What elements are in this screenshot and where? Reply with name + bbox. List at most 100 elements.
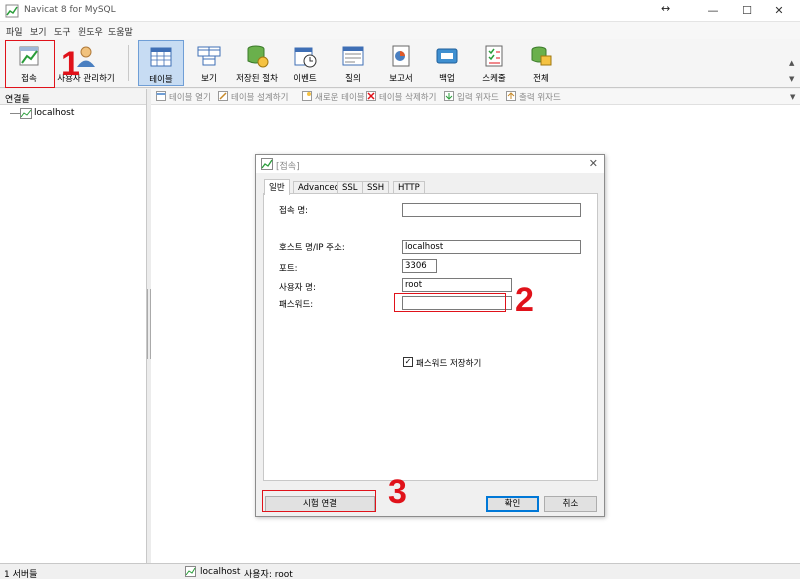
- procedures-label: 저장된 절차: [236, 74, 278, 84]
- all-label: 전체: [533, 74, 549, 84]
- connection-status-icon: [185, 566, 196, 577]
- menu-tools[interactable]: 도구: [54, 25, 71, 38]
- dialog-title-bar: [접속] ✕: [256, 155, 604, 173]
- schedule-button[interactable]: 스케줄: [471, 40, 517, 86]
- all-objects-icon: [531, 46, 552, 66]
- port-input[interactable]: 3306: [402, 259, 437, 273]
- queries-label: 질의: [345, 74, 361, 84]
- export-wizard-icon: [506, 91, 516, 101]
- password-label: 패스워드:: [279, 300, 314, 310]
- step3-number: 3: [388, 473, 407, 511]
- subtoolbar-scroll-icon[interactable]: ▼: [790, 93, 795, 101]
- resize-icon: ↔: [661, 2, 671, 15]
- checkbox-check-icon[interactable]: ✓: [403, 357, 413, 367]
- general-tab-page: 접속 명: 호스트 명/IP 주소: localhost 포트: 3306 사용…: [263, 193, 598, 481]
- connection-name-label: 접속 명:: [279, 206, 309, 216]
- connection-icon: [20, 108, 32, 119]
- status-user: 사용자: root: [244, 570, 293, 579]
- close-button[interactable]: ✕: [764, 0, 794, 22]
- delete-table-label: 테이블 삭제하기: [379, 93, 437, 103]
- reports-button[interactable]: 보고서: [378, 40, 424, 86]
- save-password-label: 패스워드 저장하기: [416, 359, 482, 369]
- connections-panel: 연결들 localhost: [0, 89, 147, 563]
- table-icon: [150, 47, 172, 67]
- step1-highlight: [5, 40, 55, 88]
- step2-number: 2: [515, 281, 534, 319]
- all-button[interactable]: 전체: [518, 40, 564, 86]
- server-count: 1 서버들: [4, 570, 38, 579]
- connection-dialog: [접속] ✕ 일반 Advanced SSL SSH HTTP 접속 명: 호스…: [255, 154, 605, 517]
- import-wizard-icon: [444, 91, 454, 101]
- new-table-label: 새로운 테이블: [315, 93, 365, 103]
- dialog-title: [접속]: [276, 162, 300, 172]
- connection-label: localhost: [34, 108, 75, 118]
- new-table-icon: [302, 91, 312, 101]
- views-label: 보기: [201, 74, 217, 84]
- status-connection: localhost: [200, 567, 241, 577]
- toolbar-scroll-up-icon[interactable]: ▲: [789, 59, 794, 67]
- reports-label: 보고서: [389, 74, 413, 84]
- procedure-icon: [247, 45, 269, 68]
- delete-table-button[interactable]: 테이블 삭제하기: [366, 91, 436, 103]
- main-toolbar: 접속 사용자 관리하기 테이블 보기 저장된 절차 이벤트 질의 보고서 백업 …: [0, 39, 800, 88]
- open-table-button[interactable]: 테이블 열기: [156, 91, 211, 103]
- open-table-icon: [156, 91, 166, 101]
- menu-view[interactable]: 보기: [30, 25, 47, 38]
- step1-number: 1: [61, 45, 80, 83]
- export-wizard-button[interactable]: 출력 위자드: [506, 91, 561, 103]
- connections-header: 연결들: [0, 89, 146, 105]
- report-icon: [392, 45, 410, 67]
- queries-button[interactable]: 질의: [330, 40, 376, 86]
- procedures-button[interactable]: 저장된 절차: [234, 40, 280, 86]
- toolbar-separator: [128, 45, 129, 81]
- dialog-close-button[interactable]: ✕: [589, 157, 598, 170]
- step3-highlight: [262, 490, 376, 512]
- connection-icon: [261, 158, 273, 170]
- navicat-app-icon: [5, 4, 19, 18]
- object-toolbar: 테이블 열기 테이블 설계하기 새로운 테이블 테이블 삭제하기 입력 위자드 …: [151, 89, 800, 105]
- export-wizard-label: 출력 위자드: [519, 93, 561, 103]
- ok-button[interactable]: 확인: [486, 496, 539, 512]
- import-wizard-label: 입력 위자드: [457, 93, 499, 103]
- username-input[interactable]: root: [402, 278, 512, 292]
- open-table-label: 테이블 열기: [169, 93, 211, 103]
- views-button[interactable]: 보기: [186, 40, 232, 86]
- host-label: 호스트 명/IP 주소:: [279, 243, 345, 253]
- import-wizard-button[interactable]: 입력 위자드: [444, 91, 499, 103]
- minimize-button[interactable]: —: [698, 0, 728, 22]
- tables-button[interactable]: 테이블: [138, 40, 184, 86]
- design-table-label: 테이블 설계하기: [231, 93, 289, 103]
- schedule-icon: [485, 45, 503, 67]
- menu-help[interactable]: 도움말: [108, 25, 133, 38]
- window-title: Navicat 8 for MySQL: [24, 5, 116, 15]
- backup-icon: [436, 48, 458, 64]
- menu-window[interactable]: 윈도우: [78, 25, 103, 38]
- tree-line: [10, 113, 20, 114]
- tables-label: 테이블: [149, 75, 173, 85]
- design-table-icon: [218, 91, 228, 101]
- step2-highlight: [394, 293, 506, 312]
- event-icon: [294, 47, 317, 68]
- backup-label: 백업: [439, 74, 455, 84]
- port-label: 포트:: [279, 264, 298, 274]
- new-table-button[interactable]: 새로운 테이블: [302, 91, 365, 103]
- view-icon: [197, 46, 221, 66]
- delete-table-icon: [366, 91, 376, 101]
- tab-general[interactable]: 일반: [264, 179, 290, 195]
- menu-file[interactable]: 파일: [6, 25, 23, 38]
- toolbar-scroll-down-icon[interactable]: ▼: [789, 75, 794, 83]
- username-label: 사용자 명:: [279, 283, 316, 293]
- status-bar: 1 서버들 localhost 사용자: root: [0, 563, 800, 579]
- maximize-button[interactable]: ☐: [732, 0, 762, 22]
- schedule-label: 스케줄: [482, 74, 506, 84]
- query-icon: [342, 46, 364, 66]
- cancel-button[interactable]: 취소: [544, 496, 597, 512]
- menu-bar: 파일 보기 도구 윈도우 도움말: [0, 22, 800, 39]
- events-label: 이벤트: [293, 74, 317, 84]
- events-button[interactable]: 이벤트: [282, 40, 328, 86]
- design-table-button[interactable]: 테이블 설계하기: [218, 91, 288, 103]
- title-bar: Navicat 8 for MySQL ↔ — ☐ ✕: [0, 0, 800, 22]
- backup-button[interactable]: 백업: [424, 40, 470, 86]
- host-input[interactable]: localhost: [402, 240, 581, 254]
- connection-name-input[interactable]: [402, 203, 581, 217]
